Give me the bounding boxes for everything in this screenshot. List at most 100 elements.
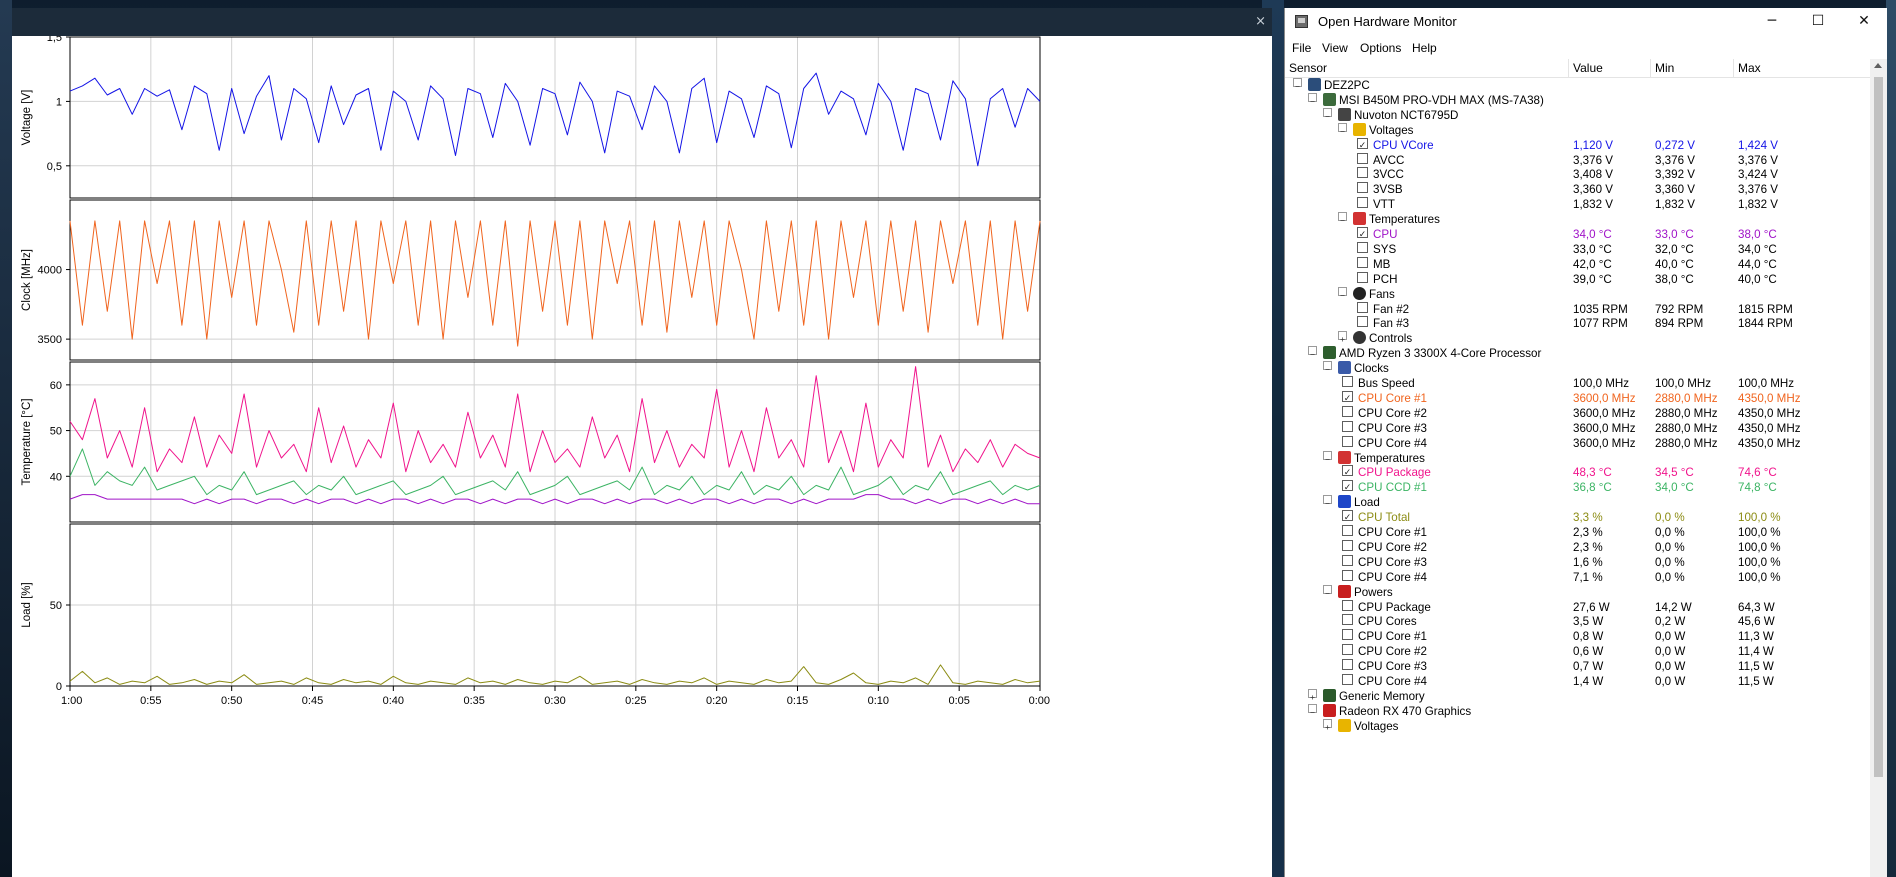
sensor-row[interactable]: ✓ CPU Package 48,3 °C 34,5 °C 74,6 °C [1285, 465, 1870, 480]
collapse-icon[interactable]: − [1338, 212, 1347, 225]
sensor-checkbox[interactable] [1342, 525, 1353, 536]
sensor-row[interactable]: CPU Core #2 0,6 W 0,0 W 11,4 W [1285, 644, 1870, 659]
sensor-row[interactable]: 3VCC 3,408 V 3,392 V 3,424 V [1285, 167, 1870, 182]
sensor-checkbox[interactable] [1357, 301, 1368, 313]
sensor-checkbox[interactable] [1342, 599, 1353, 611]
sensor-row[interactable]: CPU Cores 3,5 W 0,2 W 45,6 W [1285, 614, 1870, 629]
sensor-row[interactable]: Bus Speed 100,0 MHz 100,0 MHz 100,0 MHz [1285, 376, 1870, 391]
tree-node[interactable]: + Generic Memory [1285, 688, 1870, 704]
sensor-checkbox[interactable] [1342, 539, 1353, 551]
menu-file[interactable]: File [1292, 41, 1311, 55]
col-max[interactable]: Max [1734, 59, 1870, 77]
menu-help[interactable]: Help [1412, 41, 1437, 55]
tree-node[interactable]: − Voltages [1285, 122, 1870, 138]
sensor-row[interactable]: MB 42,0 °C 40,0 °C 44,0 °C [1285, 256, 1870, 272]
sensor-checkbox[interactable] [1342, 659, 1353, 671]
col-sensor[interactable]: Sensor [1285, 59, 1569, 77]
collapse-icon[interactable]: − [1323, 495, 1332, 508]
collapse-icon[interactable]: − [1338, 122, 1347, 136]
sensor-checkbox[interactable] [1357, 256, 1368, 268]
menu-view[interactable]: View [1322, 41, 1348, 55]
sensor-tree[interactable]: − DEZ2PC − MSI B450M PRO-VDH MAX (MS-7A38) −… [1285, 78, 1870, 877]
sensor-row[interactable]: CPU Core #4 1,4 W 0,0 W 11,5 W [1285, 674, 1870, 689]
expand-icon[interactable]: + [1338, 331, 1347, 344]
sensor-row[interactable]: 3VSB 3,360 V 3,360 V 3,376 V [1285, 182, 1870, 197]
tree-node[interactable]: − Nuvoton NCT6795D [1285, 107, 1870, 123]
expand-icon[interactable]: + [1323, 718, 1332, 732]
collapse-icon[interactable]: − [1323, 107, 1332, 121]
sensor-row[interactable]: ✓ CPU 34,0 °C 33,0 °C 38,0 °C [1285, 227, 1870, 242]
sensor-checkbox[interactable] [1357, 152, 1368, 164]
collapse-icon[interactable]: − [1308, 346, 1317, 359]
collapse-icon[interactable]: − [1293, 78, 1302, 91]
sensor-row[interactable]: Fan #3 1077 RPM 894 RPM 1844 RPM [1285, 316, 1870, 331]
sensor-row[interactable]: CPU Core #4 7,1 % 0,0 % 100,0 % [1285, 569, 1870, 585]
sensor-checkbox[interactable] [1357, 182, 1368, 194]
sensor-checkbox[interactable]: ✓ [1357, 137, 1368, 151]
sensor-row[interactable]: CPU Core #1 2,3 % 0,0 % 100,0 % [1285, 525, 1870, 540]
collapse-icon[interactable]: − [1308, 703, 1317, 717]
collapse-icon[interactable]: − [1323, 584, 1332, 598]
scroll-up-arrow-icon[interactable] [1874, 63, 1882, 68]
tree-node[interactable]: − Clocks [1285, 361, 1870, 376]
sensor-row[interactable]: CPU Core #2 3600,0 MHz 2880,0 MHz 4350,0 MH… [1285, 405, 1870, 421]
sensor-checkbox[interactable]: ✓ [1342, 510, 1353, 523]
sensor-checkbox[interactable] [1342, 554, 1353, 566]
sensor-checkbox[interactable]: ✓ [1342, 390, 1353, 404]
sensor-checkbox[interactable] [1342, 405, 1353, 417]
sensor-row[interactable]: PCH 39,0 °C 38,0 °C 40,0 °C [1285, 271, 1870, 287]
sensor-checkbox[interactable] [1357, 271, 1368, 283]
sensor-checkbox[interactable]: ✓ [1342, 465, 1353, 478]
sensor-checkbox[interactable] [1357, 241, 1368, 253]
sensor-checkbox[interactable] [1357, 197, 1368, 209]
tree-node[interactable]: − Powers [1285, 584, 1870, 600]
sensor-row[interactable]: ✓ CPU Total 3,3 % 0,0 % 100,0 % [1285, 510, 1870, 525]
sensor-checkbox[interactable] [1342, 420, 1353, 432]
tree-node[interactable]: − Temperatures [1285, 212, 1870, 227]
sensor-checkbox[interactable]: ✓ [1357, 227, 1368, 240]
tree-node[interactable]: + Controls [1285, 331, 1870, 346]
sensor-row[interactable]: Fan #2 1035 RPM 792 RPM 1815 RPM [1285, 301, 1870, 317]
sensor-row[interactable]: CPU Core #3 3600,0 MHz 2880,0 MHz 4350,0 MH… [1285, 420, 1870, 436]
collapse-icon[interactable]: − [1338, 286, 1347, 300]
minimize-button[interactable]: ─ [1749, 8, 1795, 35]
col-min[interactable]: Min [1651, 59, 1734, 77]
vertical-scrollbar[interactable] [1870, 59, 1887, 877]
sensor-row[interactable]: ✓ CPU CCD #1 36,8 °C 34,0 °C 74,8 °C [1285, 480, 1870, 495]
sensor-plot[interactable]: 1,5 1 0,5 Voltage [V] 4000 3500 Clock [MHz] 60 5… [12, 36, 1262, 877]
expand-icon[interactable]: + [1308, 688, 1317, 702]
sensor-checkbox[interactable] [1342, 674, 1353, 685]
plot-close-button[interactable]: × [1255, 14, 1266, 29]
tree-node[interactable]: − Temperatures [1285, 450, 1870, 466]
tree-node[interactable]: − Fans [1285, 286, 1870, 302]
maximize-button[interactable]: ☐ [1795, 8, 1841, 35]
sensor-row[interactable]: AVCC 3,376 V 3,376 V 3,376 V [1285, 152, 1870, 168]
tree-node[interactable]: − MSI B450M PRO-VDH MAX (MS-7A38) [1285, 92, 1870, 108]
sensor-row[interactable]: ✓ CPU Core #1 3600,0 MHz 2880,0 MHz 4350,0 M… [1285, 390, 1870, 406]
collapse-icon[interactable]: − [1308, 92, 1317, 106]
sensor-row[interactable]: SYS 33,0 °C 32,0 °C 34,0 °C [1285, 241, 1870, 257]
sensor-checkbox[interactable] [1342, 614, 1353, 626]
sensor-checkbox[interactable] [1342, 569, 1353, 581]
sensor-row[interactable]: CPU Core #2 2,3 % 0,0 % 100,0 % [1285, 539, 1870, 555]
sensor-checkbox[interactable]: ✓ [1342, 480, 1353, 493]
sensor-checkbox[interactable] [1342, 644, 1353, 656]
scroll-thumb[interactable] [1874, 77, 1883, 777]
sensor-row[interactable]: VTT 1,832 V 1,832 V 1,832 V [1285, 197, 1870, 212]
col-value[interactable]: Value [1569, 59, 1651, 77]
tree-node[interactable]: − AMD Ryzen 3 3300X 4-Core Processor [1285, 346, 1870, 361]
close-button[interactable]: ✕ [1841, 8, 1887, 35]
sensor-row[interactable]: CPU Core #3 0,7 W 0,0 W 11,5 W [1285, 659, 1870, 674]
sensor-row[interactable]: CPU Core #1 0,8 W 0,0 W 11,3 W [1285, 629, 1870, 644]
collapse-icon[interactable]: − [1323, 361, 1332, 374]
sensor-checkbox[interactable] [1357, 316, 1368, 328]
sensor-row[interactable]: CPU Package 27,6 W 14,2 W 64,3 W [1285, 599, 1870, 615]
sensor-row[interactable]: CPU Core #4 3600,0 MHz 2880,0 MHz 4350,0 MH… [1285, 435, 1870, 451]
tree-node[interactable]: − Radeon RX 470 Graphics [1285, 703, 1870, 719]
tree-node[interactable]: − Load [1285, 495, 1870, 510]
sensor-row[interactable]: ✓ CPU VCore 1,120 V 0,272 V 1,424 V [1285, 137, 1870, 153]
tree-node[interactable]: + Voltages [1285, 718, 1870, 734]
sensor-checkbox[interactable] [1357, 167, 1368, 179]
sensor-row[interactable]: CPU Core #3 1,6 % 0,0 % 100,0 % [1285, 554, 1870, 570]
tree-node[interactable]: − DEZ2PC [1285, 78, 1870, 93]
